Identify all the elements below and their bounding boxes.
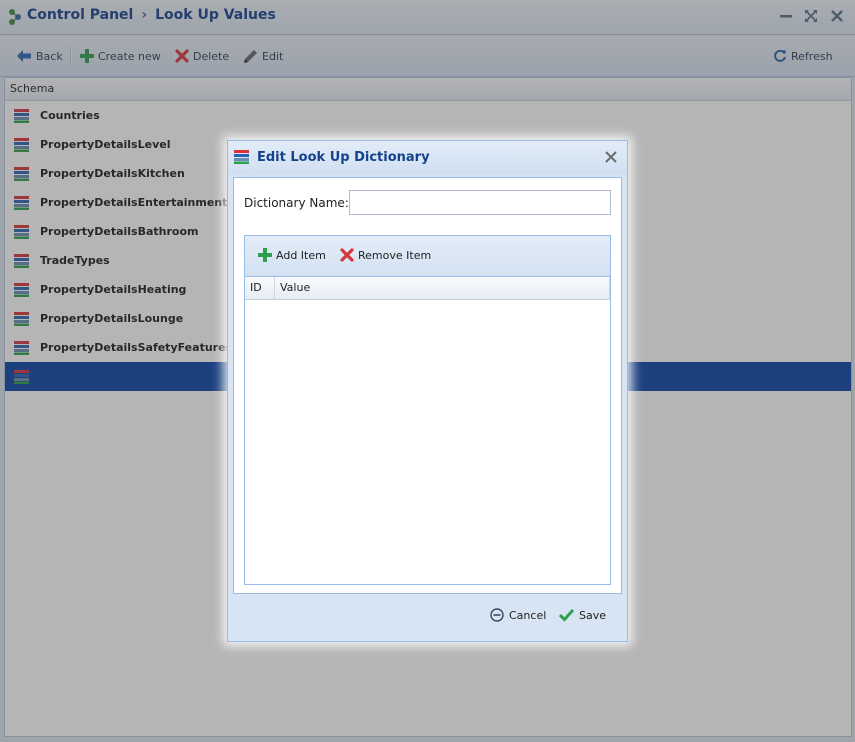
cancel-label: Cancel <box>509 608 547 622</box>
add-item-label: Add Item <box>276 248 326 262</box>
check-icon <box>559 608 574 622</box>
dialog-body: Dictionary Name: Add Item Remove Item ID… <box>233 177 622 594</box>
value-column-header[interactable]: Value <box>275 277 610 299</box>
remove-item-label: Remove Item <box>358 248 432 262</box>
items-toolbar: Add Item Remove Item <box>245 236 610 277</box>
items-grid-header: ID Value <box>245 277 610 300</box>
add-item-button[interactable]: Add Item <box>258 248 326 262</box>
items-panel: Add Item Remove Item ID Value <box>244 235 611 585</box>
save-button[interactable]: Save <box>559 608 606 622</box>
dialog-title: Edit Look Up Dictionary <box>257 150 430 165</box>
x-icon <box>340 248 354 262</box>
dictionary-name-input[interactable] <box>349 190 611 215</box>
dialog-footer: Cancel Save <box>228 594 627 640</box>
dictionary-name-label: Dictionary Name: <box>244 196 349 210</box>
app-window: Control Panel › Look Up Values Back Create… <box>0 0 855 742</box>
plus-icon <box>258 248 272 262</box>
minus-circle-icon <box>490 608 504 622</box>
items-grid-body <box>245 300 610 584</box>
dialog-header[interactable]: Edit Look Up Dictionary <box>228 141 627 175</box>
save-label: Save <box>579 608 607 622</box>
table-stack-icon <box>234 150 249 164</box>
remove-item-button[interactable]: Remove Item <box>340 248 431 262</box>
close-icon[interactable] <box>603 149 619 165</box>
id-column-header[interactable]: ID <box>245 277 275 299</box>
cancel-button[interactable]: Cancel <box>490 608 546 622</box>
edit-dictionary-dialog: Edit Look Up Dictionary Dictionary Name:… <box>227 140 628 642</box>
